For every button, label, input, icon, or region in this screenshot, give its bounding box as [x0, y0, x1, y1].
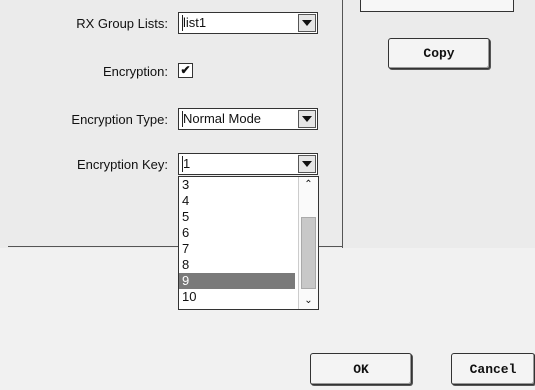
- encryption-type-value: Normal Mode: [183, 111, 262, 126]
- list-item[interactable]: 6: [179, 225, 295, 241]
- chevron-down-icon[interactable]: [298, 14, 316, 32]
- encryption-label: Encryption:: [102, 64, 168, 79]
- rx-group-value: list1: [183, 15, 207, 30]
- chevron-down-icon[interactable]: [298, 110, 316, 128]
- chevron-down-icon[interactable]: [298, 155, 316, 173]
- list-item[interactable]: 10: [179, 289, 295, 305]
- encryption-type-label: Encryption Type:: [71, 112, 168, 127]
- copy-button[interactable]: Copy: [388, 38, 490, 69]
- scrollbar[interactable]: ⌃ ⌄: [298, 177, 318, 309]
- list-item[interactable]: 4: [179, 193, 295, 209]
- ok-button[interactable]: OK: [310, 353, 412, 385]
- list-item[interactable]: 8: [179, 257, 295, 273]
- top-field: [360, 0, 514, 12]
- list-item[interactable]: 5: [179, 209, 295, 225]
- list-item[interactable]: 7: [179, 241, 295, 257]
- rx-group-select[interactable]: list1: [178, 12, 318, 34]
- rx-group-label: RX Group Lists:: [76, 16, 168, 31]
- cancel-button[interactable]: Cancel: [451, 353, 535, 385]
- encryption-checkbox[interactable]: ✔: [178, 63, 193, 78]
- chevron-down-icon[interactable]: ⌄: [302, 295, 315, 307]
- panel-divider-vertical: [342, 0, 343, 248]
- encryption-key-label: Encryption Key:: [76, 157, 168, 172]
- encryption-key-select[interactable]: 1: [178, 153, 318, 175]
- encryption-key-value: 1: [183, 156, 191, 171]
- scrollbar-thumb[interactable]: [301, 217, 316, 289]
- encryption-type-select[interactable]: Normal Mode: [178, 108, 318, 130]
- chevron-up-icon[interactable]: ⌃: [302, 179, 315, 191]
- list-item-selected[interactable]: 9: [179, 273, 295, 289]
- list-item[interactable]: 3: [179, 177, 295, 193]
- encryption-key-dropdown-list[interactable]: 3 4 5 6 7 8 9 10 ⌃ ⌄: [178, 176, 319, 310]
